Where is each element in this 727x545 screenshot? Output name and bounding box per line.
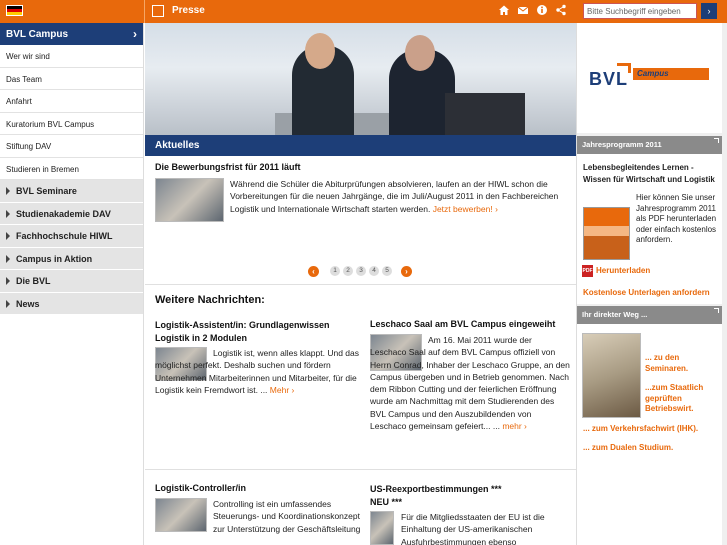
- logo-campus-label: Campus: [633, 68, 709, 80]
- news-body-3: Controlling ist ein umfassendes Steuerun…: [213, 499, 361, 534]
- news-more-link-2[interactable]: mehr ›: [502, 421, 527, 431]
- sidebar-item-studienakademie-dav[interactable]: Studienakademie DAV: [0, 202, 143, 225]
- news-body-4: Für die Mitgliedsstaaten der EU ist die …: [401, 512, 545, 545]
- direkter-weg-label: Ihr direkter Weg ...: [582, 310, 648, 319]
- sidebar-item-label: BVL Seminare: [16, 186, 77, 196]
- pager-dot-4[interactable]: 4: [369, 266, 379, 276]
- news-headline-3[interactable]: Logistik-Controller/in: [155, 483, 246, 493]
- sidebar-item-news[interactable]: News: [0, 292, 143, 315]
- pager-dot-5[interactable]: 5: [382, 266, 392, 276]
- home-icon[interactable]: [497, 4, 511, 18]
- brochure-image[interactable]: [583, 207, 630, 260]
- sidebar-title[interactable]: BVL Campus ›: [0, 23, 143, 45]
- sidebar-item-stiftung-dav[interactable]: Stiftung DAV: [0, 135, 143, 158]
- sidebar-item-label: News: [16, 298, 40, 309]
- jahresprogramm-text: Hier können Sie unser Jahresprogramm 201…: [636, 193, 717, 245]
- sidebar-item-label: Die BVL: [16, 276, 51, 286]
- news-body-2: Am 16. Mai 2011 wurde der Leschaco Saal …: [370, 335, 570, 432]
- corner-icon: [714, 308, 719, 313]
- news-headline-4[interactable]: US-Reexportbestimmungen *** NEU ***: [370, 483, 520, 508]
- pager-prev-button[interactable]: ‹: [308, 266, 319, 277]
- pager-dot-2[interactable]: 2: [343, 266, 353, 276]
- sidebar-item-label: Studienakademie DAV: [16, 208, 111, 219]
- news-text-2: Am 16. Mai 2011 wurde der Leschaco Saal …: [370, 334, 570, 432]
- link-verkehrsfachwirt[interactable]: ... zum Verkehrsfachwirt (IHK).: [583, 424, 721, 435]
- sidebar-item-das-team[interactable]: Das Team: [0, 68, 143, 90]
- news-thumbnail-4[interactable]: [370, 511, 394, 545]
- pdf-icon[interactable]: PDF: [582, 265, 593, 277]
- page: Presse Bitte Suchbegriff eingeben › BVL …: [0, 0, 727, 545]
- pager-next-button[interactable]: ›: [401, 266, 412, 277]
- jahresprogramm-label: Jahresprogramm 2011: [582, 140, 662, 149]
- order-link[interactable]: Kostenlose Unterlagen anfordern: [583, 288, 710, 299]
- chevron-right-icon: ›: [133, 27, 137, 41]
- divider: [145, 284, 576, 285]
- news-body-1: Logistik ist, wenn alles klappt. Und das…: [155, 348, 359, 395]
- sidebar: BVL Campus › Wer wir sind Das Team Anfah…: [0, 23, 144, 545]
- sidebar-title-label: BVL Campus: [6, 29, 69, 40]
- sidebar-item-wer-wir-sind[interactable]: Wer wir sind: [0, 45, 143, 68]
- triangle-right-icon: [6, 277, 10, 285]
- aktuelles-body: Während die Schüler die Abiturprüfungen …: [230, 179, 559, 214]
- aktuelles-more-link[interactable]: Jetzt bewerben! ›: [433, 204, 498, 214]
- top-bar: Presse Bitte Suchbegriff eingeben ›: [0, 0, 727, 23]
- link-duales-studium[interactable]: ... zum Dualen Studium.: [583, 443, 721, 454]
- divider: [145, 469, 576, 470]
- pager-dot-3[interactable]: 3: [356, 266, 366, 276]
- aktuelles-header: Aktuelles: [145, 135, 576, 156]
- download-link[interactable]: Herunterladen: [596, 266, 650, 277]
- mail-icon[interactable]: [516, 4, 530, 18]
- link-seminare[interactable]: ... zu den Seminaren.: [645, 353, 715, 374]
- news-headline-1[interactable]: Logistik-Assistent/in: Grundlagenwissen …: [155, 319, 360, 344]
- hero-person-right-head: [405, 35, 435, 71]
- triangle-right-icon: [6, 254, 10, 263]
- corner-icon: [714, 138, 719, 143]
- logo-text: BVL: [589, 69, 628, 89]
- triangle-right-icon: [6, 232, 10, 240]
- search-button[interactable]: ›: [701, 3, 717, 19]
- news-headline-2[interactable]: Leschaco Saal am BVL Campus eingeweiht: [370, 319, 575, 329]
- presse-checkbox-icon: [152, 5, 164, 17]
- news-text-1: Logistik ist, wenn alles klappt. Und das…: [155, 347, 360, 396]
- aktuelles-thumbnail[interactable]: [155, 178, 224, 222]
- sidebar-item-die-bvl[interactable]: Die BVL: [0, 270, 143, 293]
- jahresprogramm-header: Jahresprogramm 2011: [577, 136, 722, 154]
- german-flag-icon[interactable]: [6, 5, 23, 16]
- sidebar-item-fachhochschule-hiwl[interactable]: Fachhochschule HIWL: [0, 225, 143, 248]
- jahresprogramm-title: Lebensbegleitendes Lernen - Wissen für W…: [583, 163, 715, 184]
- aktuelles-text: Während die Schüler die Abiturprüfungen …: [230, 178, 568, 215]
- presse-label[interactable]: Presse: [172, 5, 205, 16]
- direkter-weg-photo[interactable]: [582, 333, 641, 418]
- sidebar-item-bvl-seminare[interactable]: BVL Seminare: [0, 180, 143, 203]
- sidebar-item-anfahrt[interactable]: Anfahrt: [0, 90, 143, 113]
- sidebar-item-label: Fachhochschule HIWL: [16, 231, 113, 241]
- triangle-right-icon: [6, 187, 10, 195]
- sidebar-item-studieren-in-bremen[interactable]: Studieren in Bremen: [0, 158, 143, 180]
- hero-laptop: [445, 93, 525, 135]
- search-input[interactable]: Bitte Suchbegriff eingeben: [583, 3, 697, 19]
- hero-person-left-head: [305, 33, 335, 69]
- sidebar-item-label: Campus in Aktion: [16, 253, 93, 264]
- sidebar-item-kuratorium[interactable]: Kuratorium BVL Campus: [0, 113, 143, 135]
- weitere-nachrichten-title: Weitere Nachrichten:: [155, 294, 265, 306]
- sidebar-item-campus-in-aktion[interactable]: Campus in Aktion: [0, 247, 143, 270]
- aktuelles-headline[interactable]: Die Bewerbungsfrist für 2011 läuft: [155, 162, 301, 172]
- hero-image: [145, 23, 576, 135]
- triangle-right-icon: [6, 209, 10, 218]
- pager-dot-1[interactable]: 1: [330, 266, 340, 276]
- direkter-weg-header: Ihr direkter Weg ...: [577, 306, 722, 324]
- triangle-right-icon: [6, 299, 10, 308]
- share-icon[interactable]: [554, 4, 568, 18]
- link-betriebswirt[interactable]: ...zum Staatlich geprüften Betriebswirt.: [645, 383, 715, 415]
- info-icon[interactable]: [535, 4, 549, 18]
- news-thumbnail-3[interactable]: [155, 498, 207, 532]
- news-more-link-1[interactable]: Mehr ›: [270, 385, 295, 395]
- bvl-campus-logo[interactable]: BVL Campus: [577, 23, 722, 133]
- presse-section[interactable]: Presse: [144, 0, 577, 23]
